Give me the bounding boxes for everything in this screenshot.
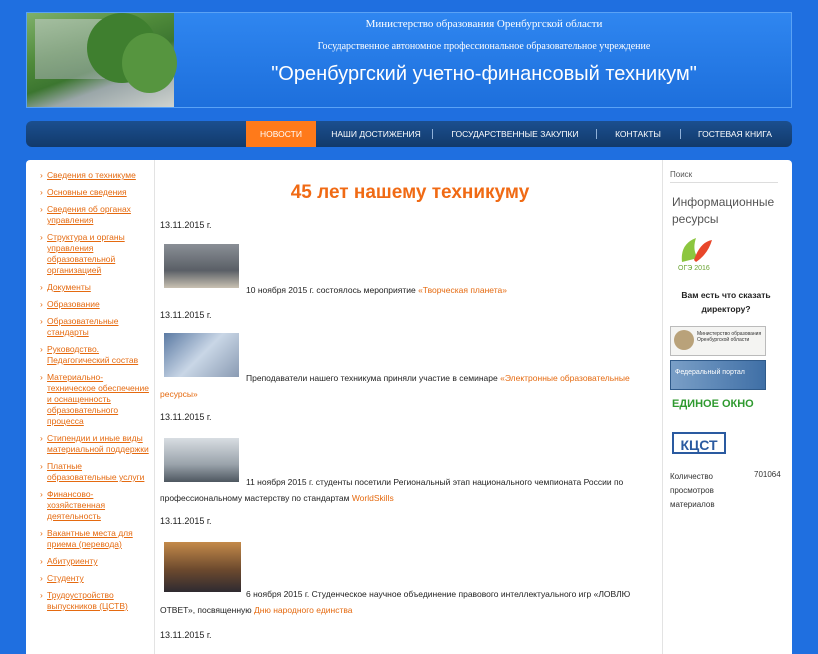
site-header: Министерство образования Оренбургской об… <box>26 12 792 108</box>
sidebar-item-staff[interactable]: Руководство. Педагогический состав <box>40 344 150 366</box>
sidebar-item-about[interactable]: Сведения о техникуме <box>40 170 150 181</box>
nav-item-procurement[interactable]: ГОСУДАРСТВЕННЫЕ ЗАКУПКИ <box>440 121 590 147</box>
views-label: Количество просмотров материалов <box>670 472 715 509</box>
news-date: 13.11.2015 г. <box>160 220 212 230</box>
tree-image <box>122 33 177 93</box>
sidebar-item-facilities[interactable]: Материально-техническое обеспечение и ос… <box>40 372 150 427</box>
news-thumbnail[interactable] <box>164 244 239 288</box>
institution-type-line: Государственное автономное профессиональ… <box>317 41 651 52</box>
divider <box>670 182 778 183</box>
kcst-banner[interactable]: КЦСТ <box>672 432 726 454</box>
header-text: Министерство образования Оренбургской об… <box>177 13 791 107</box>
search-label[interactable]: Поиск <box>670 170 692 179</box>
news-text: Преподаватели нашего техникума приняли у… <box>246 373 501 383</box>
news-link[interactable]: WorldSkills <box>352 493 394 503</box>
header-photo <box>27 13 177 107</box>
nav-separator <box>596 129 597 139</box>
news-date: 13.11.2015 г. <box>160 516 212 526</box>
news-item: 6 ноября 2015 г. Студенческое научное об… <box>160 586 650 618</box>
main-nav: НОВОСТИ НАШИ ДОСТИЖЕНИЯ ГОСУДАРСТВЕННЫЕ … <box>26 121 792 147</box>
nav-item-contacts[interactable]: КОНТАКТЫ <box>602 121 674 147</box>
sidebar-item-documents[interactable]: Документы <box>40 282 150 293</box>
ministry-line: Министерство образования Оренбургской об… <box>365 18 603 30</box>
sidebar-item-education[interactable]: Образование <box>40 299 150 310</box>
ministry-banner[interactable]: Министерство образования Оренбургской об… <box>670 326 766 356</box>
news-date: 13.11.2015 г. <box>160 310 212 320</box>
news-item: 11 ноября 2015 г. студенты посетили Реги… <box>160 474 650 506</box>
banner-text: Министерство образования Оренбургской об… <box>697 331 762 343</box>
right-sidebar: Поиск Информационные ресурсы ОГЭ 2016 Ва… <box>668 160 792 654</box>
nav-item-guestbook[interactable]: ГОСТЕВАЯ КНИГА <box>686 121 784 147</box>
sidebar-item-structure[interactable]: Структура и органы управления образовате… <box>40 232 150 276</box>
news-item: 10 ноября 2015 г. состоялось мероприятие… <box>246 282 656 298</box>
news-date: 13.11.2015 г. <box>160 630 212 640</box>
site-title: "Оренбургский учетно-финансовый техникум… <box>271 63 697 85</box>
banner-text: ЕДИНОЕ ОКНО <box>672 398 754 410</box>
divider <box>154 160 155 654</box>
nav-item-achievements[interactable]: НАШИ ДОСТИЖЕНИЯ <box>326 121 426 147</box>
sidebar-item-basic-info[interactable]: Основные сведения <box>40 187 150 198</box>
sidebar-item-employment[interactable]: Трудоустройство выпускников (ЦСТВ) <box>40 590 150 612</box>
sidebar-item-applicants[interactable]: Абитуриенту <box>40 556 150 567</box>
sidebar-item-governance[interactable]: Сведения об органах управления <box>40 204 150 226</box>
news-link[interactable]: Дню народного единства <box>254 605 353 615</box>
nav-item-news[interactable]: НОВОСТИ <box>246 121 316 147</box>
sidebar-item-scholarships[interactable]: Стипендии и иные виды материальной подде… <box>40 433 150 455</box>
news-item: Преподаватели нашего техникума приняли у… <box>160 370 650 402</box>
banner-text: Федеральный портал <box>675 369 745 376</box>
news-text: 10 ноября 2015 г. состоялось мероприятие <box>246 285 419 295</box>
federal-portal-banner[interactable]: Федеральный портал <box>670 360 766 390</box>
single-window-banner[interactable]: ЕДИНОЕ ОКНО <box>670 394 764 422</box>
oge-logo[interactable]: ОГЭ 2016 <box>674 232 716 272</box>
sidebar-item-standards[interactable]: Образовательные стандарты <box>40 316 150 338</box>
nav-separator <box>432 129 433 139</box>
news-date: 13.11.2015 г. <box>160 412 212 422</box>
content-area: Сведения о техникуме Основные сведения С… <box>26 160 792 654</box>
sidebar-item-paid-services[interactable]: Платные образовательные услуги <box>40 461 150 483</box>
news-thumbnail[interactable] <box>164 542 241 592</box>
emblem-icon <box>674 330 694 350</box>
sidebar-item-vacancies[interactable]: Вакантные места для приема (перевода) <box>40 528 150 550</box>
nav-separator <box>680 129 681 139</box>
oge-logo-text: ОГЭ 2016 <box>678 265 710 272</box>
info-resources-heading: Информационные ресурсы <box>672 195 775 226</box>
sidebar-menu: Сведения о техникуме Основные сведения С… <box>40 170 150 618</box>
sidebar-item-finance[interactable]: Финансово-хозяйственная деятельность <box>40 489 150 522</box>
news-column: 45 лет нашему техникуму 13.11.2015 г. 10… <box>160 160 660 654</box>
ask-director-link[interactable]: Вам есть что сказать директору? <box>670 288 782 316</box>
divider <box>662 160 663 654</box>
sidebar-item-students[interactable]: Студенту <box>40 573 150 584</box>
news-text: 6 ноября 2015 г. Студенческое научное об… <box>160 589 631 615</box>
page-title: 45 лет нашему техникуму <box>290 182 530 203</box>
views-count: 701064 <box>754 470 781 479</box>
news-link[interactable]: «Творческая планета» <box>418 285 507 295</box>
